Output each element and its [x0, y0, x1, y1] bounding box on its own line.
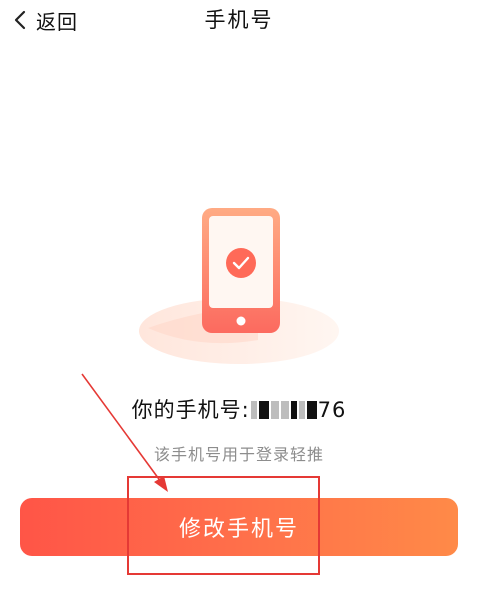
phone-number-suffix: 76	[317, 398, 347, 422]
phone-home-button	[236, 316, 246, 326]
phone-label: 你的手机号:	[131, 398, 250, 422]
check-badge	[226, 248, 256, 278]
top-bar: 返回 手机号	[0, 0, 478, 42]
phone-number-redacted	[250, 398, 318, 422]
page-title: 手机号	[204, 8, 274, 32]
phone-number-line: 你的手机号: 76	[0, 395, 478, 425]
phone-verified-illustration	[139, 208, 339, 364]
annotation-arrow	[81, 373, 168, 492]
change-phone-button[interactable]: 修改手机号	[20, 498, 458, 556]
phone-usage-note: 该手机号用于登录轻推	[153, 445, 324, 464]
